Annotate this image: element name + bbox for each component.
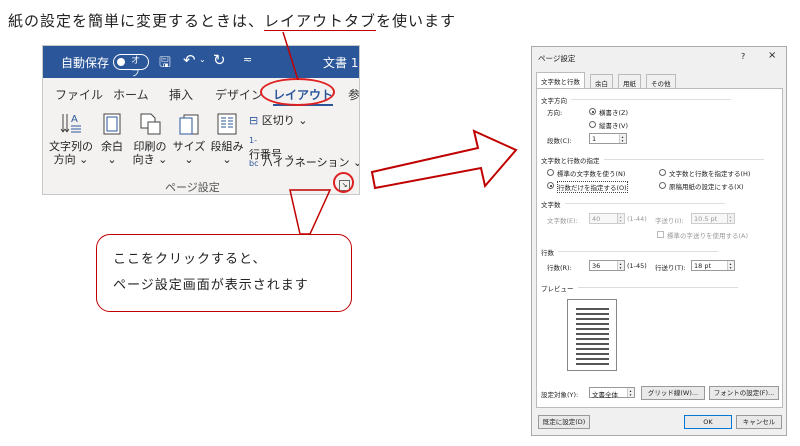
grid-option-label-2: 行数だけを指定する(O) xyxy=(557,181,628,193)
section-chars: 文字数 xyxy=(541,201,720,209)
grid-option-label-3: 原稿用紙の設定にする(X) xyxy=(669,183,744,191)
horizontal-label: 横書き(Z) xyxy=(599,109,629,117)
vertical-label: 縦書き(V) xyxy=(599,122,629,130)
default-pitch-label: 標準の字送りを使用する(A) xyxy=(667,232,749,240)
chars-label: 文字数(E): xyxy=(547,217,578,225)
columns-count-label: 段数(C): xyxy=(547,137,572,145)
dialog-title: ページ設定 xyxy=(538,54,576,63)
page-setup-dialog: ページ設定 ? × 文字数と行数 余白 用紙 その他 文字方向 方向: 横書き(… xyxy=(531,46,787,436)
grid-option-label-1: 文字数と行数を指定する(H) xyxy=(669,170,751,178)
arrow-right-icon xyxy=(370,129,518,190)
lines-range: (1-45) xyxy=(627,262,647,270)
grid-option-radio-0[interactable] xyxy=(547,169,554,176)
apply-to-select[interactable]: 文書全体 xyxy=(589,387,635,399)
lines-label: 行数(R): xyxy=(547,264,572,272)
apply-to-label: 設定対象(Y): xyxy=(541,391,579,399)
chars-input[interactable]: 40 xyxy=(589,213,625,224)
direction-label: 方向: xyxy=(547,109,563,117)
pitch-label: 字送り(I): xyxy=(655,217,684,225)
page-preview xyxy=(567,299,617,371)
section-grid: 文字数と行数の指定 xyxy=(541,157,762,165)
close-icon[interactable]: × xyxy=(768,50,776,61)
pitch-input[interactable]: 10.5 pt xyxy=(691,213,735,224)
callout-box: ここをクリックすると、 ページ設定画面が表示されます xyxy=(96,234,352,312)
grid-option-radio-2[interactable] xyxy=(547,182,554,189)
ok-button[interactable]: OK xyxy=(684,415,732,429)
tab-chars-lines[interactable]: 文字数と行数 xyxy=(536,72,585,89)
section-preview: プレビュー xyxy=(541,285,735,293)
line-pitch-label: 行送り(T): xyxy=(655,264,686,272)
grid-lines-button[interactable]: グリッド線(W)... xyxy=(641,386,705,400)
grid-option-label-0: 標準の文字数を使う(N) xyxy=(557,170,626,178)
callout-line-1: ここをクリックすると、 xyxy=(113,252,267,267)
tab-other[interactable]: その他 xyxy=(646,74,676,88)
lines-input[interactable]: 36 xyxy=(589,260,625,271)
default-pitch-checkbox[interactable] xyxy=(657,231,664,238)
horizontal-radio[interactable] xyxy=(589,108,596,115)
chars-range: (1-44) xyxy=(627,215,647,223)
callout-line-2: ページ設定画面が表示されます xyxy=(113,278,309,293)
tab-margins[interactable]: 余白 xyxy=(590,74,613,88)
font-settings-button[interactable]: フォントの設定(F)... xyxy=(709,386,779,400)
section-lines: 行数 xyxy=(541,249,718,257)
help-icon[interactable]: ? xyxy=(741,52,745,61)
columns-count-input[interactable]: 1 xyxy=(589,133,627,144)
dialog-panel: 文字方向 方向: 横書き(Z) 縦書き(V) 段数(C): 1 文字数と行数の指… xyxy=(536,88,783,408)
line-pitch-input[interactable]: 18 pt xyxy=(691,260,735,271)
set-default-button[interactable]: 既定に設定(D) xyxy=(538,415,590,429)
vertical-radio[interactable] xyxy=(589,121,596,128)
section-direction: 文字方向 xyxy=(541,97,731,105)
cancel-button[interactable]: キャンセル xyxy=(736,415,782,429)
grid-option-radio-3[interactable] xyxy=(659,182,666,189)
grid-option-radio-1[interactable] xyxy=(659,169,666,176)
tab-paper[interactable]: 用紙 xyxy=(618,74,641,88)
